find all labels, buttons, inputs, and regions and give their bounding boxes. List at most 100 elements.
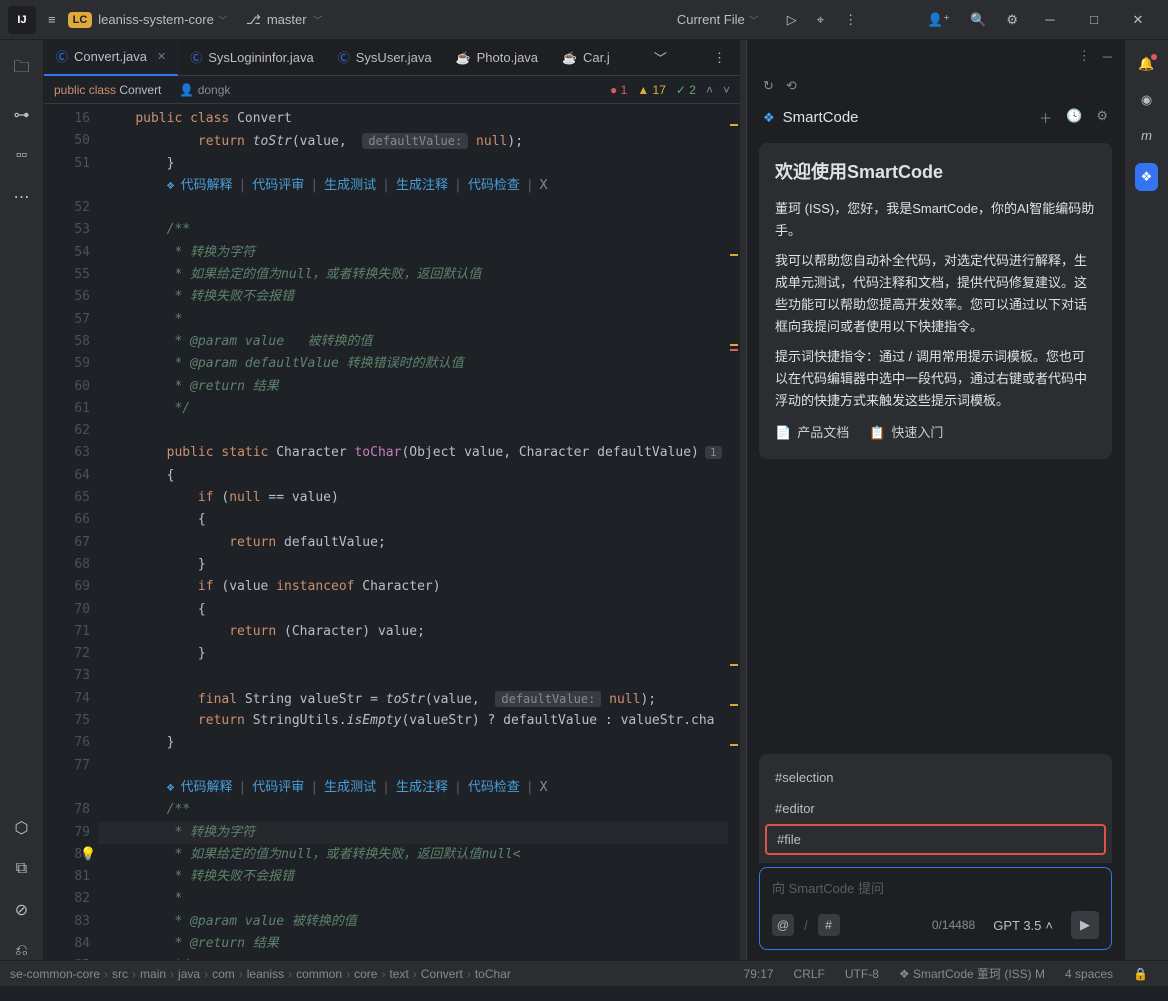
caret-position[interactable]: 79:17 <box>744 967 774 981</box>
run-config[interactable]: Current File <box>677 12 745 27</box>
send-button[interactable]: ▶ <box>1071 911 1099 939</box>
error-stripe[interactable] <box>728 104 740 960</box>
maximize-button[interactable]: □ <box>1072 0 1116 40</box>
panel-title: SmartCode <box>783 109 859 126</box>
tab-sysuser[interactable]: Ⓒ SysUser.java <box>326 40 444 76</box>
chat-input[interactable]: 向 SmartCode 提问 @ / # 0/14488 GPT 3.5 ˄ ▶ <box>759 867 1112 950</box>
lightbulb-icon[interactable]: 💡 <box>80 846 96 862</box>
smartcode-logo-icon: ❖ <box>763 110 775 126</box>
refresh-icon[interactable]: ⟲ <box>786 78 797 94</box>
m-icon[interactable]: m <box>1141 128 1152 143</box>
project-icon[interactable]: 🗀 <box>13 56 29 83</box>
author-annotation: 👤 dongk <box>179 83 230 97</box>
nav-down-icon[interactable]: ˅ <box>723 83 730 97</box>
panel-menu-icon[interactable]: ⋮ <box>1078 48 1091 64</box>
tab-overflow-icon[interactable]: ﹀ <box>648 48 673 67</box>
java-icon: ☕ <box>456 51 471 65</box>
tab-syslogininfor[interactable]: Ⓒ SysLogininfor.java <box>178 40 326 76</box>
at-chip[interactable]: @ <box>772 914 794 936</box>
app-icon: IJ <box>8 6 36 34</box>
breadcrumb-bar: public class public class ConvertConvert… <box>44 76 740 104</box>
history-icon[interactable]: 🕓 <box>1066 108 1082 127</box>
vcs-branch[interactable]: ⎇ master ﹀ <box>246 12 341 28</box>
run-icon[interactable]: ▷ <box>787 12 797 28</box>
tab-label: Photo.java <box>477 50 538 65</box>
welcome-text: 我可以帮助您自动补全代码，对选定代码进行解释，生成单元测试，代码注释和文档，提供… <box>775 250 1096 338</box>
panel-minimize-icon[interactable]: ─ <box>1103 49 1112 64</box>
tab-photo[interactable]: ☕ Photo.java <box>444 40 550 76</box>
chevron-down-icon[interactable]: ﹀ <box>749 12 759 27</box>
bookmarks-icon[interactable]: ▫▫ <box>16 147 27 165</box>
structure-icon[interactable]: ⊶ <box>14 105 30 125</box>
terminal-icon[interactable]: ⧉ <box>16 860 27 878</box>
left-tool-strip: 🗀 ⊶ ▫▫ ⋯ ⬡ ⧉ ⊘ ⎌ <box>0 40 44 960</box>
tab-label: SysLogininfor.java <box>208 50 314 65</box>
branch-name: master <box>267 12 307 27</box>
editor-area: Ⓒ Convert.java ✕ Ⓒ SysLogininfor.java Ⓒ SysU… <box>44 40 740 960</box>
tab-convert[interactable]: Ⓒ Convert.java ✕ <box>44 40 178 76</box>
project-badge: LC <box>68 12 93 28</box>
class-icon: Ⓒ <box>190 49 202 66</box>
tab-menu-icon[interactable]: ⋮ <box>707 50 732 66</box>
services-icon[interactable]: ⬡ <box>15 818 29 838</box>
editor-tabs: Ⓒ Convert.java ✕ Ⓒ SysLogininfor.java Ⓒ SysU… <box>44 40 740 76</box>
java-icon: ☕ <box>562 51 577 65</box>
model-selector[interactable]: GPT 3.5 ˄ <box>993 918 1053 933</box>
vcs-icon[interactable]: ⎌ <box>15 942 28 960</box>
code-editor[interactable]: 165051 525354555657585960616263646566676… <box>44 104 740 960</box>
lock-icon[interactable]: 🔒 <box>1133 967 1148 981</box>
gear-icon[interactable]: ⚙ <box>1096 108 1108 127</box>
suggest-file[interactable]: #file <box>765 824 1106 855</box>
nav-up-icon[interactable]: ˄ <box>706 83 713 97</box>
tab-label: Car.j <box>583 50 610 65</box>
suggest-editor[interactable]: #editor <box>759 793 1112 824</box>
main-menu-icon[interactable]: ≡ <box>48 12 56 27</box>
char-count: 0/14488 <box>932 918 975 932</box>
class-icon: Ⓒ <box>338 49 350 66</box>
search-icon[interactable]: 🔍 <box>970 12 986 28</box>
close-button[interactable]: ✕ <box>1116 0 1160 40</box>
class-icon: Ⓒ <box>56 48 68 65</box>
status-bar: se-common-core › src › main › java › com… <box>0 960 1168 986</box>
project-name[interactable]: leaniss-system-core <box>98 12 214 27</box>
debug-icon[interactable]: ⌖ <box>817 12 824 28</box>
welcome-text: 提示词快捷指令：通过 / 调用常用提示词模板。您也可以在代码编辑器中选中一段代码… <box>775 346 1096 412</box>
doc-link[interactable]: 📄 产品文档 <box>775 422 849 444</box>
hash-chip[interactable]: # <box>818 914 840 936</box>
line-separator[interactable]: CRLF <box>794 967 825 981</box>
warning-badge[interactable]: ▲ 17 <box>637 83 666 97</box>
ai-icon[interactable]: ◉ <box>1141 92 1152 108</box>
chevron-down-icon: ﹀ <box>313 12 323 27</box>
problems-icon[interactable]: ⊘ <box>15 900 28 920</box>
title-bar: IJ ≡ LC leaniss-system-core ﹀ ⎇ master ﹀… <box>0 0 1168 40</box>
tab-label: SysUser.java <box>356 50 432 65</box>
tab-car[interactable]: ☕ Car.j <box>550 40 622 76</box>
encoding[interactable]: UTF-8 <box>845 967 879 981</box>
notifications-icon[interactable]: 🔔 <box>1138 56 1154 72</box>
more-tools-icon[interactable]: ⋯ <box>14 187 30 207</box>
chevron-down-icon[interactable]: ﹀ <box>218 12 228 27</box>
welcome-title: 欢迎使用SmartCode <box>775 157 1096 188</box>
input-placeholder: 向 SmartCode 提问 <box>772 878 1099 897</box>
indent-status[interactable]: 4 spaces <box>1065 967 1113 981</box>
error-badge[interactable]: ● 1 <box>610 83 627 97</box>
add-icon[interactable]: ＋ <box>1039 108 1052 127</box>
right-tool-strip: 🔔 ◉ m ❖ <box>1124 40 1168 960</box>
new-chat-icon[interactable]: ↻ <box>763 78 774 94</box>
suggest-selection[interactable]: #selection <box>759 762 1112 793</box>
smartcode-tool-icon[interactable]: ❖ <box>1135 163 1159 191</box>
quickstart-link[interactable]: 📋 快速入门 <box>869 422 943 444</box>
suggestion-popup: #selection #editor #file <box>759 754 1112 863</box>
breadcrumb[interactable]: se-common-core › src › main › java › com… <box>10 967 511 981</box>
welcome-card: 欢迎使用SmartCode 董珂 (ISS)，您好，我是SmartCode，你的… <box>759 143 1112 459</box>
close-icon[interactable]: ✕ <box>157 50 166 63</box>
branch-icon: ⎇ <box>246 12 261 28</box>
tab-label: Convert.java <box>74 49 147 64</box>
minimize-button[interactable]: ─ <box>1028 0 1072 40</box>
ok-badge[interactable]: ✓ 2 <box>676 83 696 97</box>
settings-icon[interactable]: ⚙ <box>1006 12 1018 28</box>
code-with-me-icon[interactable]: 👤⁺ <box>927 12 950 28</box>
more-icon[interactable]: ⋮ <box>844 12 857 28</box>
smartcode-panel: ⋮ ─ ↻ ⟲ ❖ SmartCode ＋ 🕓 ⚙ 欢迎使用SmartCode … <box>746 40 1124 960</box>
smartcode-status[interactable]: ❖ SmartCode 董珂 (ISS) M <box>899 965 1045 982</box>
